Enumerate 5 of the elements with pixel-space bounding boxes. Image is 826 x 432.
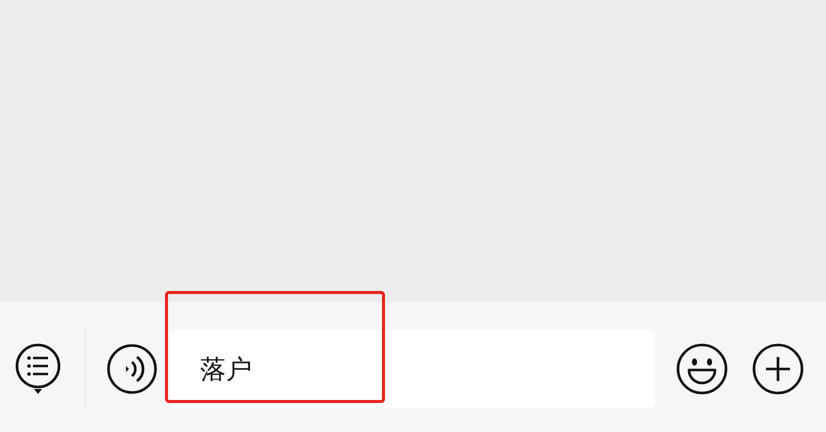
voice-icon[interactable] <box>106 343 158 395</box>
menu-icon[interactable] <box>14 342 62 396</box>
emoji-icon[interactable] <box>675 342 729 396</box>
add-icon[interactable] <box>751 342 805 396</box>
input-field[interactable]: 落户 <box>170 330 655 408</box>
